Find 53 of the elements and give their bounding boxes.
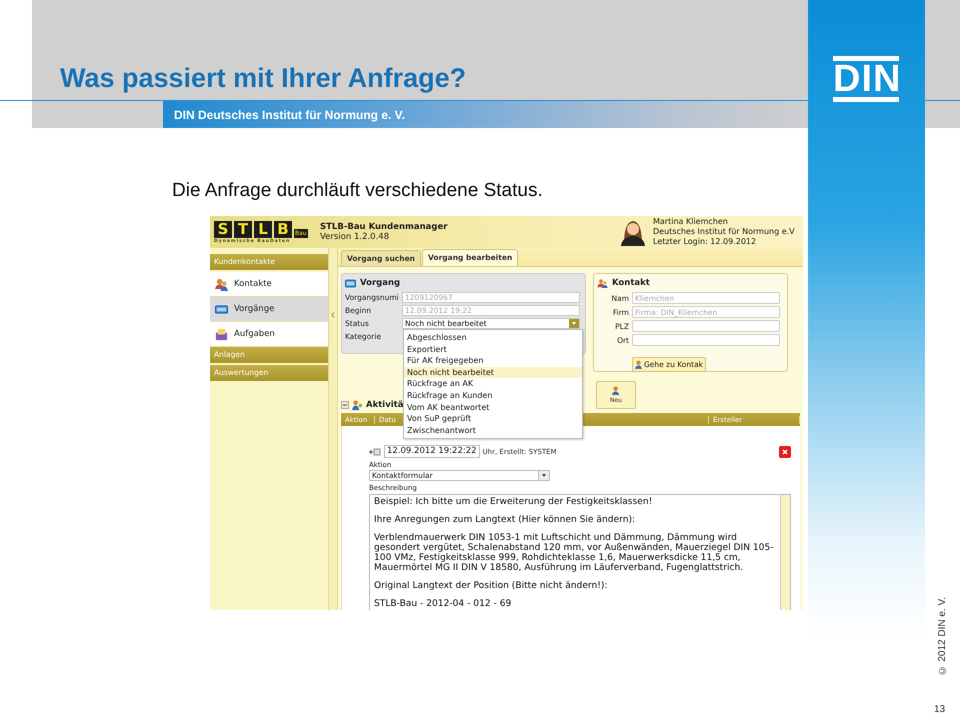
user-info-line: Martina Kliemchen	[653, 217, 729, 227]
description-paragraph: Original Langtext der Position (Bitte nicht ändern!):	[374, 581, 609, 591]
card-icon	[215, 302, 228, 316]
logo-letter: T	[234, 220, 252, 238]
logo-letter: B	[274, 220, 292, 238]
dropdown-option[interactable]: Von SuP geprüft	[404, 413, 582, 425]
description-paragraph: Beispiel: Ich bitte um die Erweiterung der Festigkeitsklassen!	[374, 497, 654, 507]
sidebar-item[interactable]: Kontakte	[210, 272, 328, 297]
dropdown-option[interactable]: Exportiert	[404, 344, 582, 356]
splitter-handle[interactable]	[328, 248, 338, 610]
dropdown-option[interactable]: Zwischenantwort	[404, 424, 582, 436]
people-icon	[597, 278, 608, 288]
din-logo: DIN	[833, 56, 899, 102]
description-paragraph: Verblendmauerwerk DIN 1053-1 mit Luftschicht und Dämmung, Dämmung wird gesondert vergütet, Schalenabstand 120 mm, vor Außenwänden, Mauerziegel DIN 105-100 VMz, Festigkeitsklasse 999, Rohdichteklasse 1,6, Mauerwerksdicke 11,5 cm, Mauermörtel MG II DIN V 18580, Ausführung im Läuferverband, Fugenglattstrich.	[374, 533, 775, 573]
slide-title: Was passiert mit Ihrer Anfrage?	[60, 65, 466, 92]
description-paragraph: STLB-Bau - 2012-04 - 012 - 69	[374, 599, 512, 609]
input-field[interactable]	[632, 320, 780, 332]
input-field[interactable]	[632, 334, 780, 346]
collapse-icon[interactable]	[341, 401, 349, 409]
date-field[interactable]: 12.09.2012 19:22:22	[384, 445, 480, 458]
card-icon	[345, 278, 356, 288]
copyright-note: © 2012 DIN e. V.	[937, 597, 948, 676]
logo-letter: L	[254, 220, 272, 238]
user-info-line: Deutsches Institut für Normung e.V	[653, 227, 796, 237]
dropdown-option[interactable]: Rückfrage an AK	[404, 378, 582, 390]
panel-title: Vorgang	[360, 278, 400, 288]
user-info-line: Letzter Login: 12.09.2012	[653, 237, 758, 247]
app-version: Version 1.2.0.48	[320, 232, 390, 242]
vertical-scrollbar[interactable]	[780, 495, 790, 610]
delete-icon[interactable]	[779, 446, 791, 458]
description-paragraph: Ihre Anregungen zum Langtext (Hier können Sie ändern):	[374, 515, 636, 525]
chevron-left-icon	[331, 312, 335, 318]
logo-letter: S	[214, 220, 232, 238]
app-title: STLB-Bau Kundenmanager	[320, 222, 448, 232]
people-icon	[215, 278, 228, 290]
tray-icon	[215, 328, 228, 340]
dropdown-option[interactable]: Für AK freigegeben	[404, 355, 582, 367]
add-note-icon	[369, 448, 381, 456]
avatar-icon	[618, 218, 648, 246]
person-icon	[635, 360, 642, 369]
dropdown-option[interactable]: Vom AK beantwortet	[404, 402, 582, 414]
sidebar-item[interactable]: Aufgaben	[210, 322, 328, 347]
dropdown-option[interactable]: Abgeschlossen	[404, 332, 582, 344]
description-textarea[interactable]	[369, 494, 791, 610]
sidebar-item[interactable]: Vorgänge	[210, 297, 328, 322]
slide-subtitle: Die Anfrage durchläuft verschiedene Status.	[172, 180, 544, 202]
section-title: Aktivitä	[366, 400, 404, 410]
dropdown-option[interactable]: Noch nicht bearbeitet	[404, 366, 582, 378]
people-icon	[352, 400, 363, 410]
page-number: 13	[934, 704, 946, 715]
dropdown-option[interactable]: Rückfrage an Kunden	[404, 390, 582, 402]
panel-title: Kontakt	[612, 278, 650, 288]
people-icon	[612, 386, 620, 395]
